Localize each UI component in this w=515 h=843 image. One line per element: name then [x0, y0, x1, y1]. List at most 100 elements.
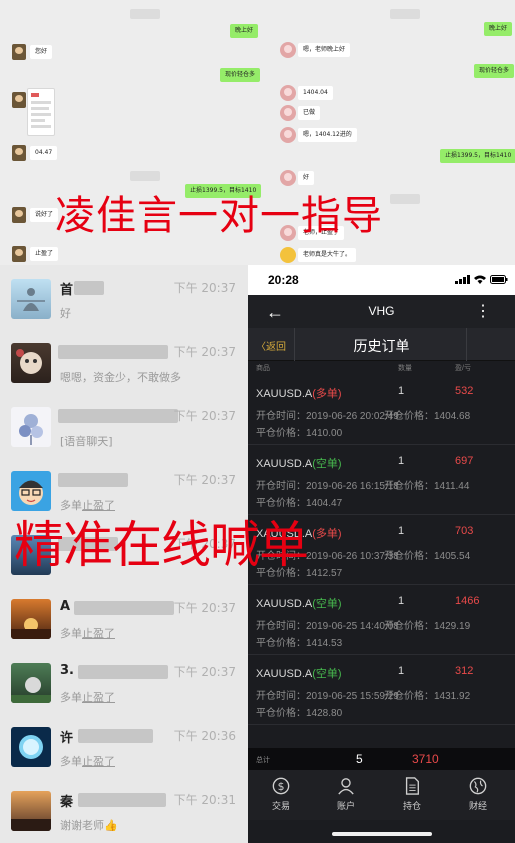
order-open-price: 开仓价格：1431.92 [384, 691, 471, 702]
status-time: 20:28 [268, 273, 299, 287]
order-open-time: 开仓时间：2019-06-25 15:59:29 [256, 691, 399, 702]
cat-avatar [11, 343, 51, 383]
chat-list-item[interactable]: 许 下午 20:36 多单止盈了 [0, 713, 248, 777]
chat-list-item[interactable]: A 下午 20:37 多单止盈了 [0, 585, 248, 649]
tab-account[interactable]: 账户 [316, 776, 376, 812]
chat-name: 许 [60, 731, 74, 746]
chat-name: 秦 [60, 795, 74, 810]
order-pl: 532 [455, 385, 474, 397]
home-indicator[interactable] [332, 832, 432, 836]
order-row[interactable]: XAUUSD.A(空单) 1 312 开仓时间：2019-06-25 15:59… [248, 655, 515, 725]
tab-label: 交易 [271, 801, 290, 811]
tab-label: 持仓 [402, 801, 421, 811]
order-row[interactable]: XAUUSD.A(空单) 1 697 开仓时间：2019-06-26 16:15… [248, 445, 515, 515]
order-row[interactable]: XAUUSD.A(空单) 1 1466 开仓时间：2019-06-25 14:4… [248, 585, 515, 655]
tab-label: 账户 [336, 801, 355, 811]
chat-bubble-sent: 晚上好 [484, 22, 513, 36]
sub-header: 〈返回 历史订单 [248, 328, 515, 361]
blurred-name [58, 345, 168, 359]
chat-bubble-sent: 晚上好 [230, 24, 259, 38]
promo-overlay-text: 精准在线喊单 [14, 516, 309, 574]
order-pl: 1466 [455, 595, 480, 607]
dusk-avatar [11, 791, 51, 831]
order-qty: 1 [398, 595, 405, 607]
chat-preview: 好 [60, 307, 71, 320]
dollar-icon: $ [272, 777, 290, 795]
blurred-name [74, 601, 174, 615]
chat-name: A [60, 599, 71, 614]
tab-trade[interactable]: $ 交易 [251, 776, 311, 812]
chat-list-item[interactable]: 首 下午 20:37 好 [0, 265, 248, 329]
chat-bubble-received: 嗯，老师晚上好 [298, 43, 351, 57]
chat-preview: 多单止盈了 [60, 755, 115, 768]
person-icon [338, 778, 354, 795]
blurred-name [58, 409, 178, 423]
chat-time: 下午 20:36 [173, 729, 236, 743]
chat-bubble-sent: 止损1399.5，目标1410 [440, 149, 515, 163]
ball-avatar [11, 663, 51, 703]
chat-time: 下午 20:37 [173, 281, 236, 295]
signal-icon [455, 275, 470, 284]
meditation-avatar [11, 279, 51, 319]
total-amount: 3710 [412, 752, 439, 766]
order-open-price: 开仓价格：1429.19 [384, 621, 471, 632]
order-symbol: XAUUSD.A(多单) [256, 388, 342, 400]
chat-list-item[interactable]: 下午 20:37 [语音聊天] [0, 393, 248, 457]
chat-time: 下午 20:37 [173, 345, 236, 359]
chat-name: 首 [60, 283, 74, 298]
order-close-price: 平仓价格：1414.53 [256, 638, 343, 649]
tab-label: 财经 [468, 801, 487, 811]
user-avatar [280, 247, 296, 263]
cartoon-avatar [11, 471, 51, 511]
chat-time: 下午 20:37 [173, 473, 236, 487]
order-open-time: 开仓时间：2019-06-26 16:15:18 [256, 481, 399, 492]
tab-positions[interactable]: 持仓 [382, 776, 442, 812]
order-qty: 1 [398, 665, 405, 677]
order-symbol: XAUUSD.A(空单) [256, 668, 342, 680]
app-header: ← VHG ⋮ [248, 295, 515, 328]
top-chat-panel: 晚上好 您好 现价轻仓多 04.47 止损1399.5，目标1410 说好了 止… [0, 0, 515, 265]
user-avatar [12, 246, 26, 262]
status-bar: 20:28 [248, 265, 515, 295]
chat-name: 3. [60, 663, 74, 678]
chat-bubble-received: 嗯，1404.12进的 [298, 128, 357, 142]
column-header-qty: 数量 [398, 365, 412, 372]
user-avatar [12, 207, 26, 223]
wifi-icon [474, 275, 486, 284]
battery-icon [490, 275, 508, 284]
order-row[interactable]: XAUUSD.A(多单) 1 532 开仓时间：2019-06-26 20:02… [248, 375, 515, 445]
chat-bubble-received: 止盈了 [30, 247, 59, 261]
timestamp-divider [130, 9, 160, 19]
svg-text:$: $ [278, 780, 285, 793]
chat-bubble-received: 老师真是大牛了。 [298, 248, 357, 262]
chat-preview: 多单止盈了 [60, 691, 115, 704]
chat-bubble-received: 04.47 [30, 146, 58, 160]
chat-list-item[interactable]: 3. 下午 20:37 多单止盈了 [0, 649, 248, 713]
chat-bubble-received: 您好 [30, 45, 53, 59]
chat-list-item[interactable]: 下午 20:37 多单止盈了 [0, 457, 248, 521]
chat-list-item[interactable]: 秦 下午 20:31 谢谢老师👍 [0, 777, 248, 841]
more-menu-icon[interactable]: ⋮ [475, 301, 491, 321]
user-avatar [12, 145, 26, 161]
timestamp-divider [390, 9, 420, 19]
timestamp-divider [390, 194, 420, 204]
screenshot-thumbnail[interactable] [27, 88, 55, 136]
moon-avatar [11, 727, 51, 767]
tab-finance[interactable]: 财经 [448, 776, 508, 812]
timestamp-divider [130, 171, 160, 181]
table-header: 商品 数量 盈/亏 [248, 361, 515, 375]
chat-preview: 嗯嗯，资金少，不敢做多 [60, 371, 181, 384]
chat-preview: 多单止盈了 [60, 499, 115, 512]
chat-bubble-received: 1404.04 [298, 86, 333, 100]
flower-avatar [11, 407, 51, 447]
column-header-product: 商品 [256, 365, 270, 372]
order-symbol: XAUUSD.A(空单) [256, 598, 342, 610]
chat-list-item[interactable]: 下午 20:37 嗯嗯，资金少，不敢做多 [0, 329, 248, 393]
order-close-price: 平仓价格：1428.80 [256, 708, 343, 719]
bottom-tab-bar: $ 交易 账户 持仓 财经 [248, 770, 515, 820]
order-open-price: 开仓价格：1411.44 [384, 481, 470, 492]
order-qty: 1 [398, 385, 405, 397]
chat-bubble-sent: 现价轻仓多 [220, 68, 261, 82]
section-title: 历史订单 [353, 338, 410, 354]
column-header-pl: 盈/亏 [455, 365, 471, 372]
